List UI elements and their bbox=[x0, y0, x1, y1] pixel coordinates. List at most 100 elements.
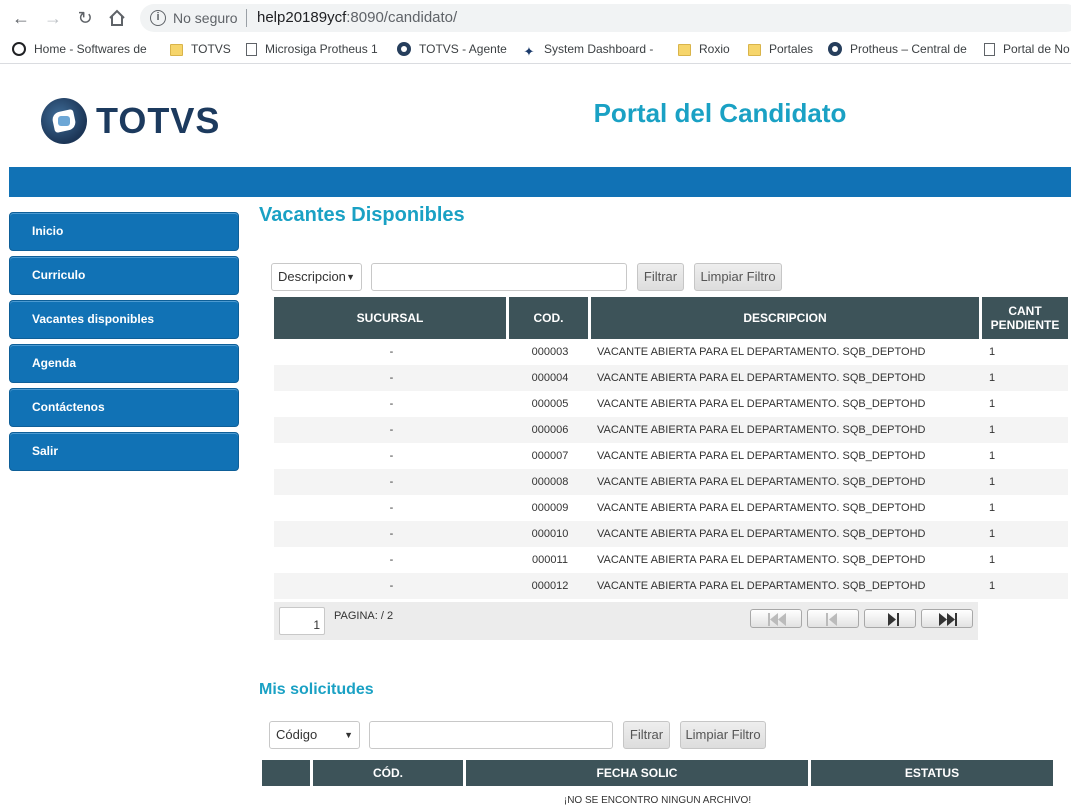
table-row[interactable]: - 000005 VACANTE ABIERTA PARA EL DEPARTAME… bbox=[274, 391, 1068, 417]
sucursal-cell: - bbox=[389, 502, 394, 514]
back-arrow-icon[interactable]: ← bbox=[10, 7, 32, 29]
pagination-bar: 1 PAGINA: / 2 bbox=[274, 602, 978, 640]
solicitudes-filter-select[interactable]: Código ▼ bbox=[269, 721, 360, 749]
vacantes-filter-input[interactable] bbox=[371, 263, 627, 291]
vacantes-title: Vacantes Disponibles bbox=[259, 204, 465, 226]
cod-cell[interactable]: 000007 bbox=[509, 443, 591, 469]
reload-icon[interactable]: ↻ bbox=[74, 7, 96, 29]
solicitudes-filter-button[interactable]: Filtrar bbox=[623, 721, 670, 749]
solicitudes-table: CÓD. FECHA SOLIC ESTATUS bbox=[262, 760, 1053, 786]
cod-cell[interactable]: 000008 bbox=[509, 469, 591, 495]
totvs-icon bbox=[397, 42, 411, 56]
bookmark-label: TOTVS - Agente bbox=[419, 42, 507, 56]
sidebar-item-curriculo[interactable]: Curriculo bbox=[9, 256, 239, 295]
column-header-estatus[interactable]: ESTATUS bbox=[811, 760, 1053, 786]
table-row[interactable]: -000006 VACANTE ABIERTA PARA EL DEPARTAME… bbox=[274, 417, 1068, 443]
vacantes-filter-select[interactable]: Descripcion ▼ bbox=[271, 263, 362, 291]
cod-cell[interactable]: 000006 bbox=[509, 417, 591, 443]
left-arrow-icon bbox=[826, 613, 837, 626]
table-row[interactable]: -000004 VACANTE ABIERTA PARA EL DEPARTAME… bbox=[274, 365, 1068, 391]
vacantes-table: SUCURSAL COD. DESCRIPCION CANT PENDIENTE … bbox=[274, 297, 1068, 599]
bookmark-system-dashboard[interactable]: ✦ System Dashboard - bbox=[522, 41, 654, 59]
table-row[interactable]: -000008 VACANTE ABIERTA PARA EL DEPARTAME… bbox=[274, 469, 1068, 495]
cant-cell: 1 bbox=[982, 573, 1068, 599]
bookmark-protheus-central[interactable]: Protheus – Central de bbox=[828, 41, 967, 59]
sidebar-item-inicio[interactable]: Inicio bbox=[9, 212, 239, 251]
solicitudes-filter-input[interactable] bbox=[369, 721, 613, 749]
table-row[interactable]: - 000011 VACANTE ABIERTA PARA EL DEPARTAME… bbox=[274, 547, 1068, 573]
vacantes-filter-button[interactable]: Filtrar bbox=[637, 263, 684, 291]
column-header-cod[interactable]: COD. bbox=[509, 297, 591, 339]
double-right-arrow-icon bbox=[939, 613, 957, 626]
column-header-sucursal[interactable]: SUCURSAL bbox=[274, 297, 509, 339]
cod-cell[interactable]: 000009 bbox=[509, 495, 591, 521]
descripcion-cell: VACANTE ABIERTA PARA EL DEPARTAMENTO. SQ… bbox=[591, 469, 982, 495]
column-header-descripcion[interactable]: DESCRIPCION bbox=[591, 297, 982, 339]
home-icon[interactable] bbox=[106, 7, 128, 29]
column-header-cod[interactable]: CÓD. bbox=[313, 760, 466, 786]
column-header-blank bbox=[262, 760, 313, 786]
last-page-button[interactable] bbox=[921, 609, 973, 628]
cant-cell: 1 bbox=[989, 502, 996, 514]
bookmark-label: TOTVS bbox=[191, 42, 231, 56]
vacantes-clear-filter-button[interactable]: Limpiar Filtro bbox=[694, 263, 782, 291]
sidebar-item-agenda[interactable]: Agenda bbox=[9, 344, 239, 383]
sidebar: Inicio Curriculo Vacantes disponibles Ag… bbox=[9, 212, 239, 476]
cant-cell: 1 bbox=[989, 450, 996, 462]
cod-cell[interactable]: 000012 bbox=[509, 573, 591, 599]
cod-cell[interactable]: 000003 bbox=[509, 339, 591, 365]
descripcion-cell: VACANTE ABIERTA PARA EL DEPARTAMENTO. SQ… bbox=[591, 365, 982, 391]
sucursal-cell: - bbox=[389, 450, 394, 462]
bookmark-home[interactable]: Home - Softwares de bbox=[12, 41, 147, 59]
bookmark-microsiga[interactable]: Microsiga Protheus 1 bbox=[246, 41, 378, 59]
next-page-button[interactable] bbox=[864, 609, 916, 628]
cod-cell[interactable]: 000011 bbox=[509, 547, 591, 573]
cod-cell[interactable]: 000004 bbox=[509, 365, 591, 391]
cant-cell: 1 bbox=[982, 365, 1068, 391]
url-text[interactable]: help20189ycf:8090/candidato/ bbox=[257, 9, 457, 26]
cant-header-line2: PENDIENTE bbox=[990, 318, 1060, 332]
first-page-button[interactable] bbox=[750, 609, 802, 628]
solicitudes-title: Mis solicitudes bbox=[259, 681, 374, 698]
cant-cell: 1 bbox=[982, 417, 1068, 443]
sucursal-cell: - bbox=[274, 521, 509, 547]
folder-icon bbox=[678, 44, 691, 56]
forward-arrow-icon[interactable]: → bbox=[42, 7, 64, 29]
previous-page-button[interactable] bbox=[807, 609, 859, 628]
sidebar-item-salir[interactable]: Salir bbox=[9, 432, 239, 471]
table-row[interactable]: - 000007 VACANTE ABIERTA PARA EL DEPARTAME… bbox=[274, 443, 1068, 469]
bookmark-roxio[interactable]: Roxio bbox=[678, 41, 730, 59]
table-row[interactable]: - 000009 VACANTE ABIERTA PARA EL DEPARTAME… bbox=[274, 495, 1068, 521]
sidebar-item-contactenos[interactable]: Contáctenos bbox=[9, 388, 239, 427]
descripcion-cell: VACANTE ABIERTA PARA EL DEPARTAMENTO. SQ… bbox=[591, 417, 982, 443]
right-arrow-icon bbox=[888, 613, 899, 626]
page-icon bbox=[984, 43, 995, 56]
sucursal-cell: - bbox=[274, 469, 509, 495]
bookmark-portal-de-no[interactable]: Portal de No bbox=[984, 41, 1070, 59]
sidebar-item-vacantes[interactable]: Vacantes disponibles bbox=[9, 300, 239, 339]
sucursal-cell: - bbox=[389, 554, 394, 566]
bookmark-totvs-agente[interactable]: TOTVS - Agente bbox=[397, 41, 507, 59]
dashboard-icon: ✦ bbox=[523, 44, 535, 59]
table-row[interactable]: - 000003 VACANTE ABIERTA PARA EL DEPARTAME… bbox=[274, 339, 1068, 365]
totvs-logo-icon bbox=[41, 98, 87, 144]
select-value: Descripcion bbox=[278, 269, 346, 284]
info-icon[interactable]: i bbox=[150, 10, 166, 26]
address-bar[interactable]: i No seguro help20189ycf:8090/candidato/ bbox=[140, 4, 1071, 32]
column-header-cant-pendiente[interactable]: CANT PENDIENTE bbox=[982, 297, 1068, 339]
browser-toolbar: ← → ↻ i No seguro help20189ycf:8090/cand… bbox=[0, 0, 1071, 36]
cod-cell[interactable]: 000005 bbox=[509, 391, 591, 417]
solicitudes-clear-filter-button[interactable]: Limpiar Filtro bbox=[680, 721, 766, 749]
table-row[interactable]: -000012 VACANTE ABIERTA PARA EL DEPARTAME… bbox=[274, 573, 1068, 599]
bookmark-portales[interactable]: Portales bbox=[748, 41, 813, 59]
chevron-down-icon: ▼ bbox=[346, 272, 355, 282]
table-row[interactable]: -000010 VACANTE ABIERTA PARA EL DEPARTAME… bbox=[274, 521, 1068, 547]
bookmark-totvs[interactable]: TOTVS bbox=[170, 41, 231, 59]
cod-cell[interactable]: 000010 bbox=[509, 521, 591, 547]
page-number-input[interactable]: 1 bbox=[279, 607, 325, 635]
logo-text: TOTVS bbox=[96, 100, 221, 141]
bookmark-label: Portales bbox=[769, 42, 814, 56]
column-header-fecha-solic[interactable]: FECHA SOLIC bbox=[466, 760, 811, 786]
descripcion-cell: VACANTE ABIERTA PARA EL DEPARTAMENTO. SQ… bbox=[591, 521, 982, 547]
sucursal-cell: - bbox=[274, 417, 509, 443]
